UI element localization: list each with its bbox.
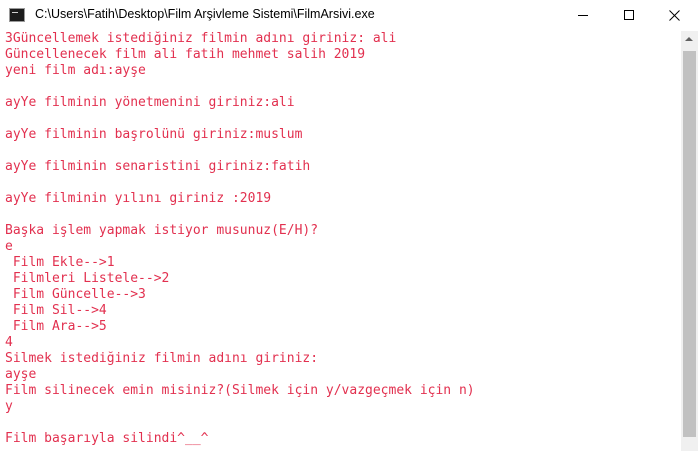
title-bar[interactable]: C:\Users\Fatih\Desktop\Film Arşivleme Si… bbox=[0, 0, 698, 32]
console-line: ayYe filminin yılını giriniz :2019 bbox=[5, 191, 272, 206]
vertical-scrollbar[interactable] bbox=[681, 31, 698, 451]
console-line: Filmleri Listele-->2 bbox=[5, 271, 170, 286]
console-output: 3Güncellemek istediğiniz filmin adını gi… bbox=[5, 31, 475, 447]
minimize-button[interactable] bbox=[560, 0, 606, 31]
console-line: Başka işlem yapmak istiyor musunuz(E/H)? bbox=[5, 223, 319, 238]
console-app-icon bbox=[9, 8, 25, 22]
minimize-icon bbox=[578, 15, 588, 16]
maximize-icon bbox=[624, 10, 634, 20]
maximize-button[interactable] bbox=[606, 0, 652, 31]
close-icon bbox=[669, 10, 680, 21]
console-line: Film Ekle-->1 bbox=[5, 255, 115, 270]
console-line: 3Güncellemek istediğiniz filmin adını gi… bbox=[5, 31, 397, 46]
console-line: Film başarıyla silindi^__^ bbox=[5, 431, 209, 446]
console-line: e bbox=[5, 239, 13, 254]
console-line: Film Sil-->4 bbox=[5, 303, 107, 318]
console-line: Film Güncelle-->3 bbox=[5, 287, 146, 302]
console-line: y bbox=[5, 399, 13, 414]
console-line: Film silinecek emin misiniz?(Silmek için… bbox=[5, 383, 475, 398]
scroll-thumb[interactable] bbox=[683, 51, 696, 437]
close-button[interactable] bbox=[652, 0, 698, 31]
console-line: ayYe filminin başrolünü giriniz:muslum bbox=[5, 127, 303, 142]
console-line: ayYe filminin yönetmenini giriniz:ali bbox=[5, 95, 295, 110]
console-line: Silmek istediğiniz filmin adını giriniz: bbox=[5, 351, 319, 366]
console-line: Güncellenecek film ali fatih mehmet sali… bbox=[5, 47, 366, 62]
window-title: C:\Users\Fatih\Desktop\Film Arşivleme Si… bbox=[35, 7, 375, 21]
console-line: 4 bbox=[5, 335, 13, 350]
console-line: ayYe filminin senaristini giriniz:fatih bbox=[5, 159, 311, 174]
console-line: yeni film adı:ayşe bbox=[5, 63, 146, 78]
console-window: C:\Users\Fatih\Desktop\Film Arşivleme Si… bbox=[0, 0, 698, 451]
console-output-area[interactable]: 3Güncellemek istediğiniz filmin adını gi… bbox=[0, 31, 681, 451]
console-line: ayşe bbox=[5, 367, 37, 382]
scroll-up-arrow-icon[interactable] bbox=[681, 31, 698, 48]
console-line: Film Ara-->5 bbox=[5, 319, 107, 334]
